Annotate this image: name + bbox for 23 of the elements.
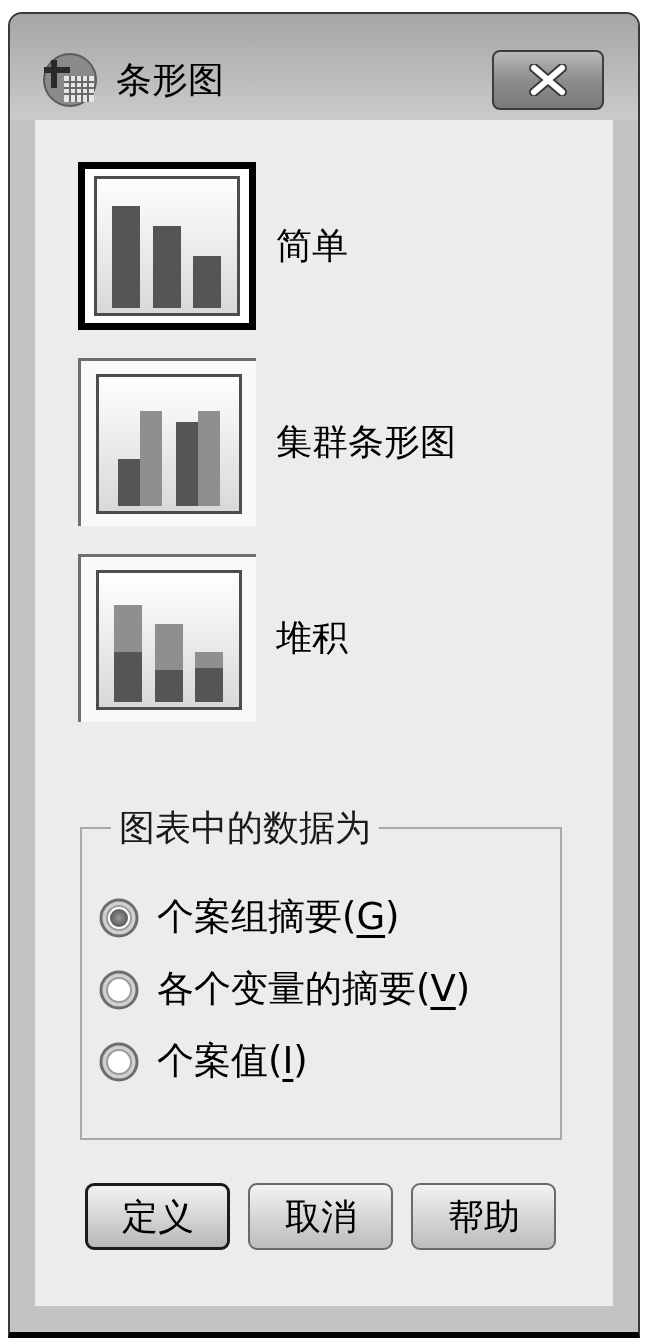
grid-circle-icon [40, 52, 100, 108]
radio-option[interactable]: 个案值(I) [99, 1033, 550, 1090]
stacked-bar-chart-icon [95, 569, 242, 710]
close-icon [528, 64, 568, 96]
grouped-bar-chart-icon [95, 373, 242, 514]
radio-button-icon[interactable] [99, 1041, 139, 1082]
dialog-button[interactable]: 定义 [85, 1183, 230, 1250]
radio-option[interactable]: 个案组摘要(G) [99, 889, 550, 946]
chart-type-button[interactable] [78, 358, 256, 526]
group-box-title: 图表中的数据为 [118, 808, 372, 848]
chart-type-label: 简单 [276, 226, 348, 266]
window-title: 条形图 [116, 60, 224, 100]
radio-option[interactable]: 各个变量的摘要(V) [99, 961, 550, 1018]
radio-button-icon[interactable] [99, 969, 139, 1010]
chart-type-button[interactable] [78, 554, 256, 722]
chart-type-button[interactable] [78, 162, 256, 330]
radio-button-icon[interactable] [99, 897, 139, 938]
bar-chart-icon [94, 176, 240, 316]
dialog-button[interactable]: 取消 [248, 1183, 393, 1250]
chart-type-label: 集群条形图 [276, 422, 456, 462]
close-button[interactable] [492, 50, 604, 110]
dialog-button[interactable]: 帮助 [411, 1183, 556, 1250]
chart-type-label: 堆积 [276, 618, 348, 658]
